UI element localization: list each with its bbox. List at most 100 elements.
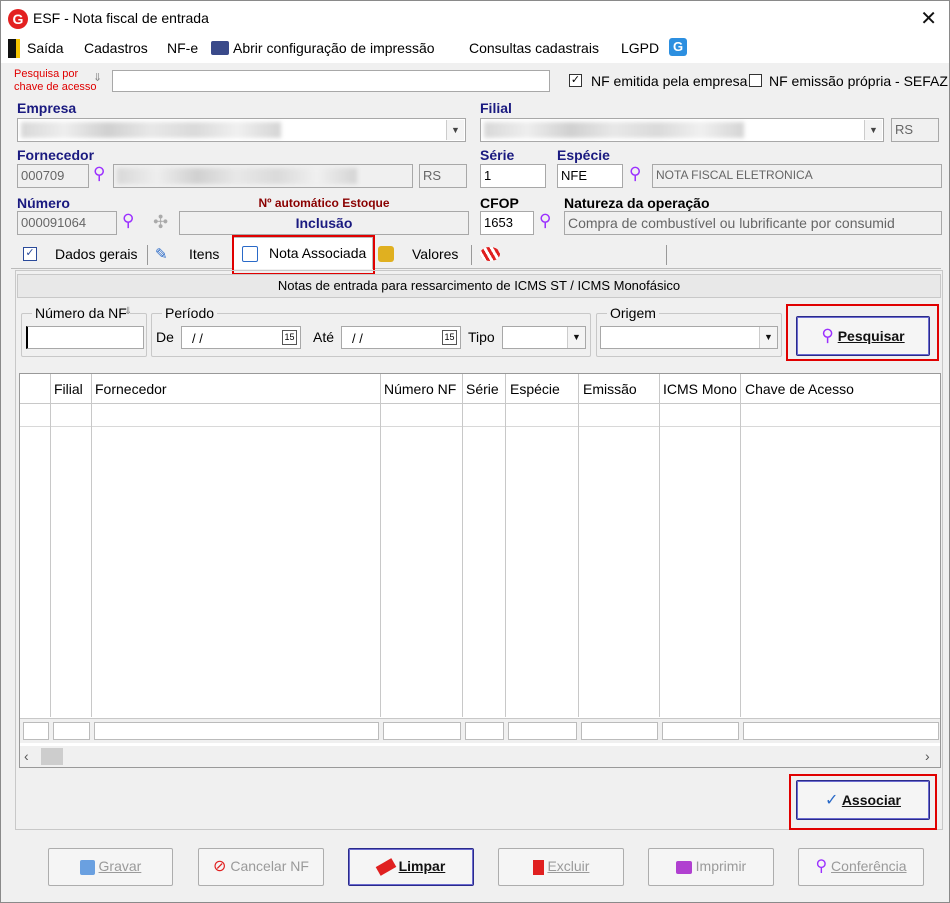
redacted-text bbox=[117, 168, 357, 184]
limpar-label: Limpar bbox=[398, 858, 446, 874]
search-icon: ⚲ bbox=[815, 858, 828, 875]
arrow-down-icon: ⇓ bbox=[93, 72, 103, 84]
origem-label: Origem bbox=[607, 305, 659, 321]
nf-emitida-checkbox[interactable]: ✓ bbox=[569, 74, 582, 87]
grid-row-sep bbox=[20, 426, 940, 427]
date-to-input[interactable]: / / 15 bbox=[341, 326, 461, 349]
tab-itens-label: Itens bbox=[189, 246, 220, 262]
grid-footer-cell bbox=[465, 722, 504, 740]
tab-divider bbox=[147, 245, 148, 265]
search-icon[interactable]: ⚲ bbox=[539, 211, 551, 231]
grid-footer-cell bbox=[662, 722, 739, 740]
search-icon[interactable]: ⚲ bbox=[122, 211, 134, 231]
cancelar-label: Cancelar NF bbox=[230, 858, 309, 874]
grid-footer-cell bbox=[53, 722, 90, 740]
tab-valores-label: Valores bbox=[412, 246, 459, 262]
menu-consultas[interactable]: Consultas cadastrais bbox=[469, 40, 599, 56]
natureza-field: Compra de combustível ou lubrificante po… bbox=[564, 211, 942, 235]
numero-nf-input[interactable] bbox=[26, 326, 144, 349]
panel-header: Notas de entrada para ressarcimento de I… bbox=[17, 274, 941, 298]
menu-nfe[interactable]: NF-e bbox=[167, 40, 198, 56]
tab-valores[interactable]: Valores bbox=[378, 239, 468, 269]
conferencia-button[interactable]: ⚲ Conferência bbox=[798, 848, 924, 886]
tipo-select[interactable]: ▼ bbox=[502, 326, 586, 349]
col-chave-acesso[interactable]: Chave de Acesso bbox=[745, 381, 854, 397]
scroll-right-icon[interactable]: › bbox=[925, 748, 930, 764]
grid-footer-cell bbox=[94, 722, 379, 740]
calendar-icon[interactable]: 15 bbox=[442, 330, 457, 345]
access-key-input[interactable] bbox=[112, 70, 550, 92]
cfop-input[interactable]: 1653 bbox=[480, 211, 534, 235]
menu-lgpd[interactable]: LGPD bbox=[621, 40, 659, 56]
close-icon[interactable]: ✕ bbox=[920, 6, 937, 31]
scroll-thumb[interactable] bbox=[41, 748, 63, 765]
date-from-value: / / bbox=[192, 331, 203, 346]
grid-col-line bbox=[50, 374, 51, 717]
serie-input[interactable]: 1 bbox=[480, 164, 546, 188]
app-logo-icon: G bbox=[8, 9, 28, 29]
col-serie[interactable]: Série bbox=[466, 381, 499, 397]
save-icon bbox=[79, 859, 95, 875]
scroll-left-icon[interactable]: ‹ bbox=[24, 748, 29, 764]
search-icon[interactable]: ⚲ bbox=[93, 164, 105, 184]
tab-dados-gerais[interactable]: ✓ Dados gerais bbox=[21, 239, 145, 269]
ate-label: Até bbox=[313, 329, 335, 345]
col-especie[interactable]: Espécie bbox=[510, 381, 560, 397]
especie-label: Espécie bbox=[557, 147, 610, 163]
date-from-input[interactable]: / / 15 bbox=[181, 326, 301, 349]
nf-propria-label: NF emissão própria - SEFAZ bbox=[769, 73, 948, 89]
menu-saida[interactable]: Saída bbox=[27, 40, 64, 56]
filial-label: Filial bbox=[480, 100, 512, 116]
cancelar-nf-button[interactable]: ⊘ Cancelar NF bbox=[198, 848, 324, 886]
especie-input[interactable]: NFE bbox=[557, 164, 623, 188]
col-fornecedor[interactable]: Fornecedor bbox=[95, 381, 167, 397]
chevron-down-icon[interactable]: ▼ bbox=[446, 120, 464, 140]
lgpd-g-icon[interactable]: G bbox=[669, 38, 687, 56]
horizontal-scrollbar[interactable] bbox=[20, 746, 940, 767]
excluir-button[interactable]: Excluir bbox=[498, 848, 624, 886]
empresa-combo[interactable]: ▼ bbox=[17, 118, 466, 142]
search-key-label: Pesquisa por chave de acesso bbox=[14, 68, 97, 94]
filial-combo[interactable]: ▼ bbox=[480, 118, 884, 142]
grid-col-line bbox=[578, 374, 579, 717]
gravar-button[interactable]: Gravar bbox=[48, 848, 173, 886]
filial-uf-field: RS bbox=[891, 118, 939, 142]
col-numero-nf[interactable]: Número NF bbox=[384, 381, 456, 397]
results-grid[interactable] bbox=[19, 373, 941, 768]
main-window: G ESF - Nota fiscal de entrada ✕ Saída C… bbox=[0, 0, 950, 903]
plus-icon[interactable]: ✣ bbox=[153, 212, 168, 233]
especie-desc-field: NOTA FISCAL ELETRONICA bbox=[652, 164, 942, 188]
tab-divider bbox=[471, 245, 472, 265]
grid-footer-cell bbox=[508, 722, 577, 740]
cancel-icon: ⊘ bbox=[213, 858, 227, 875]
chevron-down-icon[interactable]: ▼ bbox=[759, 327, 777, 348]
numero-input[interactable]: 000091064 bbox=[17, 211, 117, 235]
auto-number-label: Nº automático Estoque bbox=[258, 196, 390, 210]
col-emissao[interactable]: Emissão bbox=[583, 381, 637, 397]
col-icms-mono[interactable]: ICMS Mono bbox=[663, 381, 737, 397]
cfop-label: CFOP bbox=[480, 195, 519, 211]
redacted-text bbox=[21, 122, 281, 138]
grid-col-line bbox=[659, 374, 660, 717]
menu-bar: Saída Cadastros NF-e Abrir configuração … bbox=[1, 35, 949, 63]
grid-footer-cell bbox=[23, 722, 49, 740]
nf-propria-checkbox[interactable] bbox=[749, 74, 762, 87]
limpar-button[interactable]: Limpar bbox=[348, 848, 474, 886]
chevron-down-icon[interactable]: ▼ bbox=[864, 120, 882, 140]
arrow-down-icon: ⇓ bbox=[124, 306, 133, 317]
chevron-down-icon[interactable]: ▼ bbox=[567, 327, 585, 348]
highlight-pesquisar bbox=[786, 304, 939, 361]
menu-cadastros[interactable]: Cadastros bbox=[84, 40, 148, 56]
coins-icon bbox=[378, 246, 394, 262]
col-filial[interactable]: Filial bbox=[54, 381, 83, 397]
origem-select[interactable]: ▼ bbox=[600, 326, 778, 349]
tab-extra[interactable] bbox=[476, 239, 666, 269]
search-icon[interactable]: ⚲ bbox=[629, 164, 641, 184]
imprimir-button[interactable]: Imprimir bbox=[648, 848, 774, 886]
excluir-label: Excluir bbox=[547, 858, 590, 874]
fornecedor-code-input[interactable]: 000709 bbox=[17, 164, 89, 188]
menu-print-config[interactable]: Abrir configuração de impressão bbox=[233, 40, 435, 56]
tab-itens[interactable]: ✎ Itens bbox=[153, 239, 225, 269]
calendar-icon[interactable]: 15 bbox=[282, 330, 297, 345]
gravar-label: Gravar bbox=[98, 858, 142, 874]
